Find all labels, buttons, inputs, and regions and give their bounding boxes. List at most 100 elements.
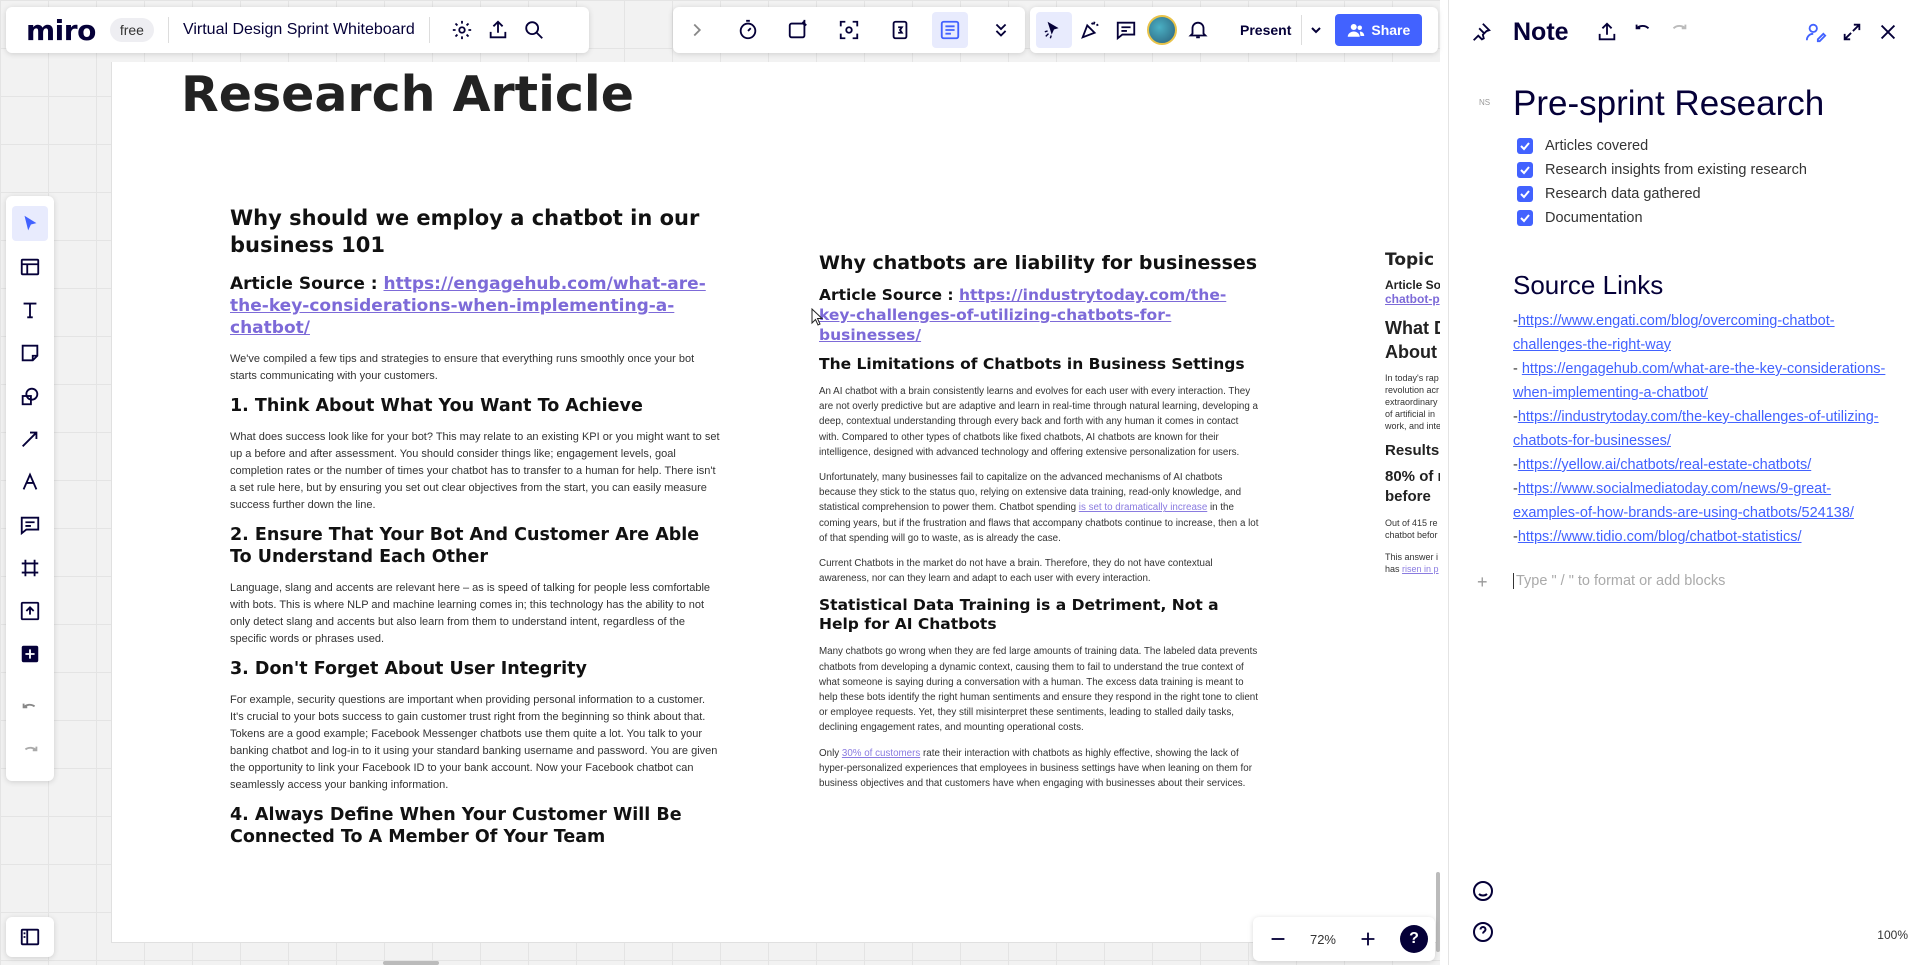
section-heading: Results g (1385, 442, 1440, 459)
connection-line-icon[interactable] (12, 421, 48, 456)
inline-link[interactable]: is set to dramatically increase (1079, 502, 1208, 513)
article-card-3[interactable]: Topic - Article So chatbot-p What D About… (1385, 250, 1440, 575)
check-icon (1520, 142, 1530, 151)
redo-icon[interactable] (1661, 14, 1697, 50)
celebrate-icon[interactable] (1072, 12, 1108, 48)
more-apps-plus-icon[interactable] (12, 636, 48, 671)
board-title[interactable]: Virtual Design Sprint Whiteboard (183, 21, 415, 39)
plan-badge[interactable]: free (109, 18, 154, 42)
collaborator-edit-icon[interactable] (1798, 14, 1834, 50)
bring-everyone-icon[interactable] (831, 12, 867, 48)
sidebar-panel-icon[interactable] (12, 919, 48, 955)
undo-icon[interactable] (12, 693, 48, 728)
undo-icon[interactable] (1625, 14, 1661, 50)
chevron-right-icon[interactable] (679, 12, 715, 48)
shapes-icon[interactable] (12, 378, 48, 413)
miro-logo[interactable]: miro (26, 14, 96, 47)
source-link[interactable]: https://engagehub.com/what-are-the-key-c… (1513, 361, 1885, 401)
board-canvas[interactable]: Research Article Why should we employ a … (0, 0, 1440, 965)
zoom-in-plus-icon[interactable] (1350, 921, 1386, 957)
source-label: Article So (1385, 278, 1440, 292)
present-control: Present (1230, 15, 1329, 45)
checklist-item[interactable]: Documentation (1517, 206, 1807, 230)
source-links-heading: Source Links (1513, 270, 1664, 300)
section-text: Current Chatbots in the market do not ha… (819, 558, 1213, 585)
section-text: In today's rap revolution acr extraordin… (1385, 373, 1440, 431)
card-icon[interactable] (882, 12, 918, 48)
checklist-item[interactable]: Research insights from existing research (1517, 158, 1807, 182)
pen-icon[interactable] (12, 464, 48, 499)
checkbox-checked[interactable] (1517, 186, 1533, 202)
check-icon (1520, 166, 1530, 175)
present-dropdown[interactable] (1301, 15, 1329, 45)
double-chevron-down-icon[interactable] (983, 12, 1019, 48)
sticky-note-icon[interactable] (12, 335, 48, 370)
article-title: Why chatbots are liability for businesse… (819, 252, 1258, 274)
checkbox-checked[interactable] (1517, 162, 1533, 178)
share-button[interactable]: Share (1335, 14, 1423, 46)
source-label: Article Source : (819, 286, 959, 304)
note-title[interactable]: Pre-sprint Research (1513, 84, 1824, 124)
help-icon[interactable]: ? (1399, 925, 1428, 953)
text-tool-icon[interactable] (12, 292, 48, 327)
share-label: Share (1371, 22, 1411, 38)
notes-panel-icon[interactable] (932, 12, 969, 48)
vertical-scrollbar[interactable] (1436, 872, 1440, 952)
horizontal-scrollbar[interactable] (383, 961, 439, 965)
section-text: Language, slang and accents are relevant… (230, 582, 711, 645)
panels-toggle[interactable] (6, 917, 54, 957)
article-card-2[interactable]: Why chatbots are liability for businesse… (819, 251, 1259, 791)
inline-link[interactable]: 30% of customers (842, 748, 920, 759)
comment-icon[interactable] (1108, 12, 1144, 48)
inline-link[interactable]: risen in p (1402, 564, 1439, 574)
feedback-chat-icon[interactable] (1469, 877, 1497, 905)
help-circle-icon[interactable] (1469, 918, 1497, 946)
search-icon[interactable] (516, 12, 552, 48)
list-item: -https://www.engati.com/blog/overcoming-… (1513, 309, 1893, 357)
checkbox-checked[interactable] (1517, 138, 1533, 154)
zoom-level[interactable]: 72% (1310, 932, 1336, 947)
comment-tool-icon[interactable] (12, 507, 48, 542)
source-links-list: - https://www.engati.com/blog/overcoming-… (1513, 309, 1893, 549)
close-icon[interactable] (1870, 14, 1906, 50)
user-avatar[interactable] (1144, 12, 1180, 48)
source-link[interactable]: https://yellow.ai/chatbots/real-estate-c… (1518, 457, 1811, 473)
article-card-1[interactable]: Why should we employ a chatbot in our bu… (230, 205, 720, 848)
settings-gear-icon[interactable] (444, 12, 480, 48)
checkbox-checked[interactable] (1517, 210, 1533, 226)
notifications-bell-icon[interactable] (1180, 12, 1216, 48)
source-link[interactable]: https://www.socialmediatoday.com/news/9-… (1513, 481, 1854, 521)
pin-icon[interactable] (1463, 14, 1499, 50)
select-cursor-icon[interactable] (12, 206, 48, 241)
source-link[interactable]: https://www.tidio.com/blog/chatbot-stati… (1518, 529, 1802, 545)
templates-icon[interactable] (12, 249, 48, 284)
research-frame[interactable]: Research Article Why should we employ a … (111, 62, 1440, 943)
timer-icon[interactable] (730, 12, 766, 48)
upload-icon[interactable] (12, 593, 48, 628)
present-button[interactable]: Present (1230, 22, 1301, 38)
zoom-out-minus-icon[interactable] (1260, 921, 1296, 957)
checklist-label: Research insights from existing research (1545, 162, 1807, 178)
voting-icon[interactable] (780, 12, 816, 48)
frame-tool-icon[interactable] (12, 550, 48, 585)
users-icon (1348, 24, 1365, 37)
source-link[interactable]: chatbot-p (1385, 292, 1440, 306)
check-icon (1520, 190, 1530, 199)
checklist-item[interactable]: Research data gathered (1517, 182, 1807, 206)
list-item: -https://www.tidio.com/blog/chatbot-stat… (1513, 525, 1893, 549)
list-item: - https://engagehub.com/what-are-the-key… (1513, 357, 1893, 405)
section-heading: 2. Ensure That Your Bot And Customer Are… (230, 525, 700, 567)
block-input[interactable]: Type " / " to format or add blocks (1513, 573, 1725, 589)
reactions-cursor-icon[interactable] (1036, 12, 1072, 48)
source-link[interactable]: https://www.engati.com/blog/overcoming-c… (1513, 313, 1835, 353)
expand-icon[interactable] (1834, 14, 1870, 50)
redo-icon[interactable] (12, 736, 48, 771)
author-initials: NS (1479, 98, 1491, 107)
checklist-item[interactable]: Articles covered (1517, 134, 1807, 158)
add-block-plus-icon[interactable]: + (1477, 572, 1488, 593)
export-upload-icon[interactable] (480, 12, 516, 48)
note-panel: Note NS Pre-sprint Research Articles cov… (1448, 0, 1920, 965)
export-icon[interactable] (1589, 14, 1625, 50)
section-heading: 80% of r before (1385, 467, 1440, 507)
source-link[interactable]: https://industrytoday.com/the-key-challe… (1513, 409, 1879, 449)
